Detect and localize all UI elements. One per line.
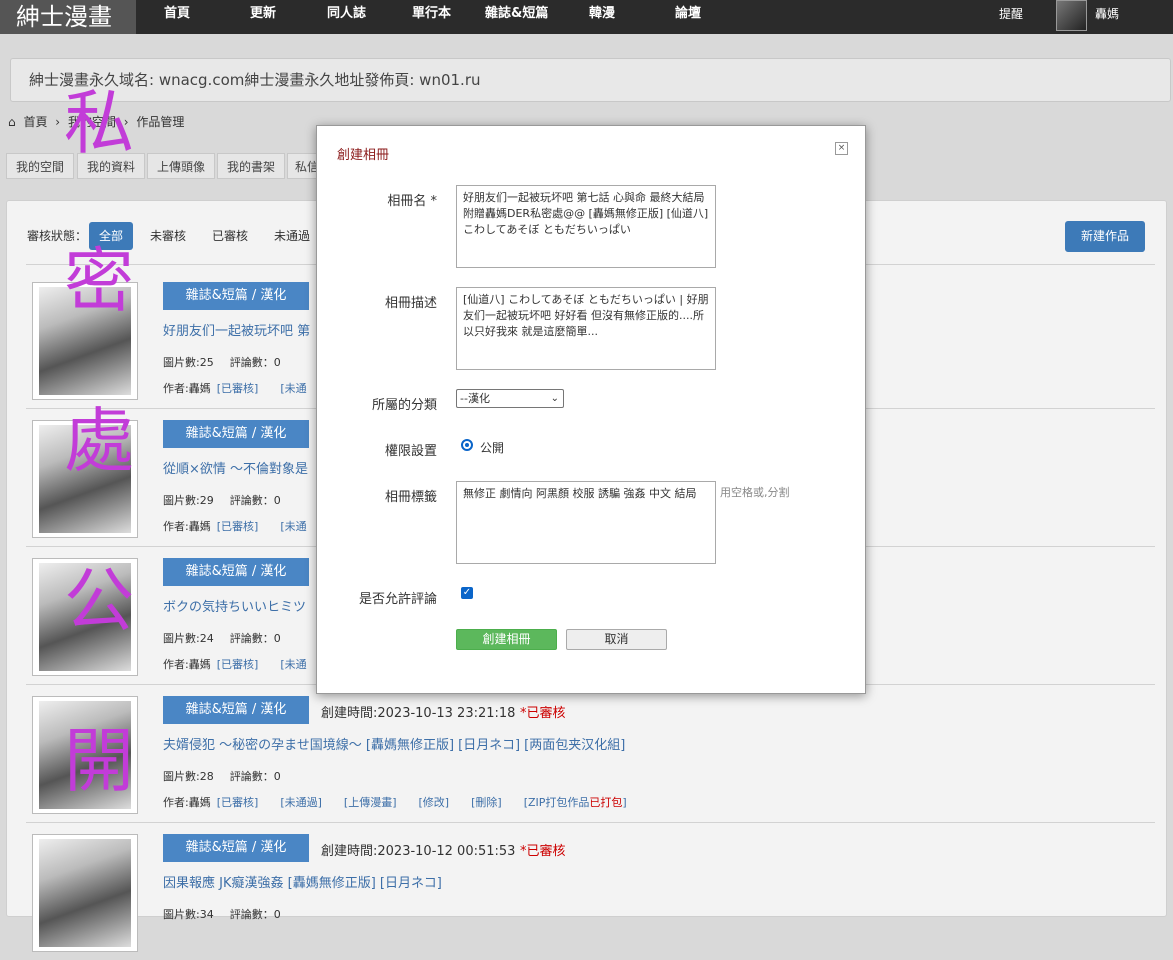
tab-my-shelf[interactable]: 我的書架: [217, 153, 285, 179]
watermark-char: 私: [64, 82, 134, 164]
nav-tankoubon[interactable]: 單行本: [412, 0, 451, 34]
dialog-title: 創建相冊: [337, 148, 390, 163]
domain-notice: 紳士漫畫永久域名: wnacg.com紳士漫畫永久地址發佈頁: wn01.ru: [10, 58, 1171, 102]
nav-updates[interactable]: 更新: [250, 0, 276, 34]
watermark-char: 公: [64, 560, 134, 642]
top-nav: 紳士漫畫 首頁 更新 同人誌 單行本 雜誌&短篇 韓漫 論壇 提醒 轟媽: [0, 0, 1173, 34]
allow-comment-label: 是否允許評論: [358, 592, 437, 607]
new-work-button[interactable]: 新建作品: [1065, 221, 1145, 252]
home-icon[interactable]: ⌂: [8, 115, 16, 129]
status-badge: *已審核: [520, 844, 566, 859]
work-title[interactable]: 好朋友们一起被玩坏吧 第: [163, 320, 310, 339]
filter-rejected[interactable]: 未通過: [274, 222, 310, 250]
work-title[interactable]: 因果報應 JK癡漢強姦 [轟媽無修正版] [日月ネコ]: [163, 872, 442, 891]
chevron-right-icon: ›: [55, 115, 61, 129]
breadcrumb-current: 作品管理: [136, 115, 185, 129]
work-meta: 圖片數:24 評論數：0: [163, 632, 281, 645]
work-author-row: 作者:轟媽 [已審核] [未通: [163, 520, 307, 533]
work-author-row: 作者:轟媽 [已審核] [未通過] [上傳漫畫] [修改] [刪除] [ZIP打包作品已打包…: [163, 796, 627, 809]
nav-forum[interactable]: 論壇: [675, 0, 701, 34]
reviewed-link[interactable]: [已審核]: [217, 658, 259, 671]
nav-magazine[interactable]: 雜誌&短篇: [485, 0, 548, 34]
nav-korean[interactable]: 韓漫: [589, 0, 615, 34]
status-badge: *已審核: [520, 706, 566, 721]
create-album-button[interactable]: 創建相冊: [456, 629, 557, 650]
work-meta: 圖片數:25 評論數：0: [163, 356, 281, 369]
tags-hint: 用空格或,分割: [720, 486, 790, 499]
category-badge[interactable]: 雜誌&短篇 / 漢化: [163, 558, 309, 586]
remind-link[interactable]: 提醒: [999, 0, 1023, 34]
delete-link[interactable]: [刪除]: [471, 796, 502, 809]
nav-doujin[interactable]: 同人誌: [327, 0, 366, 34]
category-badge[interactable]: 雜誌&短篇 / 漢化: [163, 420, 309, 448]
filter-reviewed[interactable]: 已審核: [212, 222, 248, 250]
category-label: 所屬的分類: [371, 398, 437, 413]
allow-comment-checkbox[interactable]: ✓: [461, 587, 473, 599]
chevron-down-icon: ⌄: [550, 393, 559, 404]
work-author-row: 作者:轟媽 [已審核] [未通: [163, 658, 307, 671]
work-meta: 圖片數:34 評論數：0: [163, 908, 281, 921]
category-select[interactable]: --漢化 ⌄: [456, 389, 564, 408]
zip-link[interactable]: [ZIP打包作品已打包]: [524, 796, 627, 809]
work-title[interactable]: 夫婿侵犯 ～秘密の孕ませ国境線～ [轟媽無修正版] [日月ネコ] [两面包夹汉化…: [163, 734, 625, 753]
rejected-link[interactable]: [未通: [280, 520, 306, 533]
rejected-link[interactable]: [未通過]: [280, 796, 322, 809]
album-name-label: 相冊名 *: [387, 194, 437, 209]
work-meta: 圖片數:28 評論數：0: [163, 770, 281, 783]
create-album-dialog: 創建相冊 × 相冊名 * 好朋友们一起被玩坏吧 第七話 心與命 最終大結局 附贈…: [316, 125, 866, 694]
watermark-char: 開: [64, 720, 134, 802]
list-item: 雜誌&短篇 / 漢化 創建時間:2023-10-13 23:21:18 *已審核…: [26, 684, 1155, 823]
breadcrumb-home[interactable]: 首頁: [23, 115, 47, 129]
reviewed-link[interactable]: [已審核]: [217, 382, 259, 395]
filter-unreviewed[interactable]: 未審核: [150, 222, 186, 250]
permission-label: 權限設置: [384, 444, 437, 459]
tags-field[interactable]: 無修正 劇情向 阿黑顏 校服 誘騙 強姦 中文 結局: [456, 481, 716, 564]
album-name-field[interactable]: 好朋友们一起被玩坏吧 第七話 心與命 最終大結局 附贈轟媽DER私密處@@ [轟…: [456, 185, 716, 268]
reviewed-link[interactable]: [已審核]: [217, 796, 259, 809]
work-author-row: 作者:轟媽 [已審核] [未通: [163, 382, 307, 395]
public-radio-label: 公開: [480, 441, 505, 455]
work-meta: 圖片數:29 評論數：0: [163, 494, 281, 507]
cover-thumbnail[interactable]: [32, 834, 138, 952]
close-icon[interactable]: ×: [835, 142, 848, 155]
nav-home[interactable]: 首頁: [164, 0, 190, 34]
album-desc-field[interactable]: [仙道八] こわしてあそぼ ともだちいっぱい | 好朋友们一起被玩坏吧 好好看 …: [456, 287, 716, 370]
public-radio[interactable]: [461, 439, 473, 451]
rejected-link[interactable]: [未通: [280, 382, 306, 395]
work-title[interactable]: ボクの気持ちいいヒミツ: [163, 596, 306, 615]
edit-link[interactable]: [修改]: [419, 796, 450, 809]
category-badge[interactable]: 雜誌&短篇 / 漢化: [163, 282, 309, 310]
site-logo[interactable]: 紳士漫畫: [0, 0, 136, 34]
created-time: 創建時間:2023-10-13 23:21:18: [321, 706, 516, 721]
upload-link[interactable]: [上傳漫畫]: [344, 796, 397, 809]
username[interactable]: 轟媽: [1095, 0, 1119, 34]
work-title[interactable]: 從順×欲情 ～不倫對象是: [163, 458, 308, 477]
album-desc-label: 相冊描述: [384, 296, 437, 311]
watermark-char: 密: [64, 240, 134, 322]
tab-upload-avatar[interactable]: 上傳頭像: [147, 153, 215, 179]
cancel-button[interactable]: 取消: [566, 629, 667, 650]
tags-label: 相冊標籤: [384, 490, 437, 505]
category-badge[interactable]: 雜誌&短篇 / 漢化: [163, 834, 309, 862]
watermark-char: 處: [64, 400, 134, 482]
list-item: 雜誌&短篇 / 漢化 創建時間:2023-10-12 00:51:53 *已審核…: [26, 822, 1155, 960]
rejected-link[interactable]: [未通: [280, 658, 306, 671]
category-badge[interactable]: 雜誌&短篇 / 漢化: [163, 696, 309, 724]
avatar[interactable]: [1056, 0, 1087, 31]
reviewed-link[interactable]: [已審核]: [217, 520, 259, 533]
created-time: 創建時間:2023-10-12 00:51:53: [321, 844, 516, 859]
